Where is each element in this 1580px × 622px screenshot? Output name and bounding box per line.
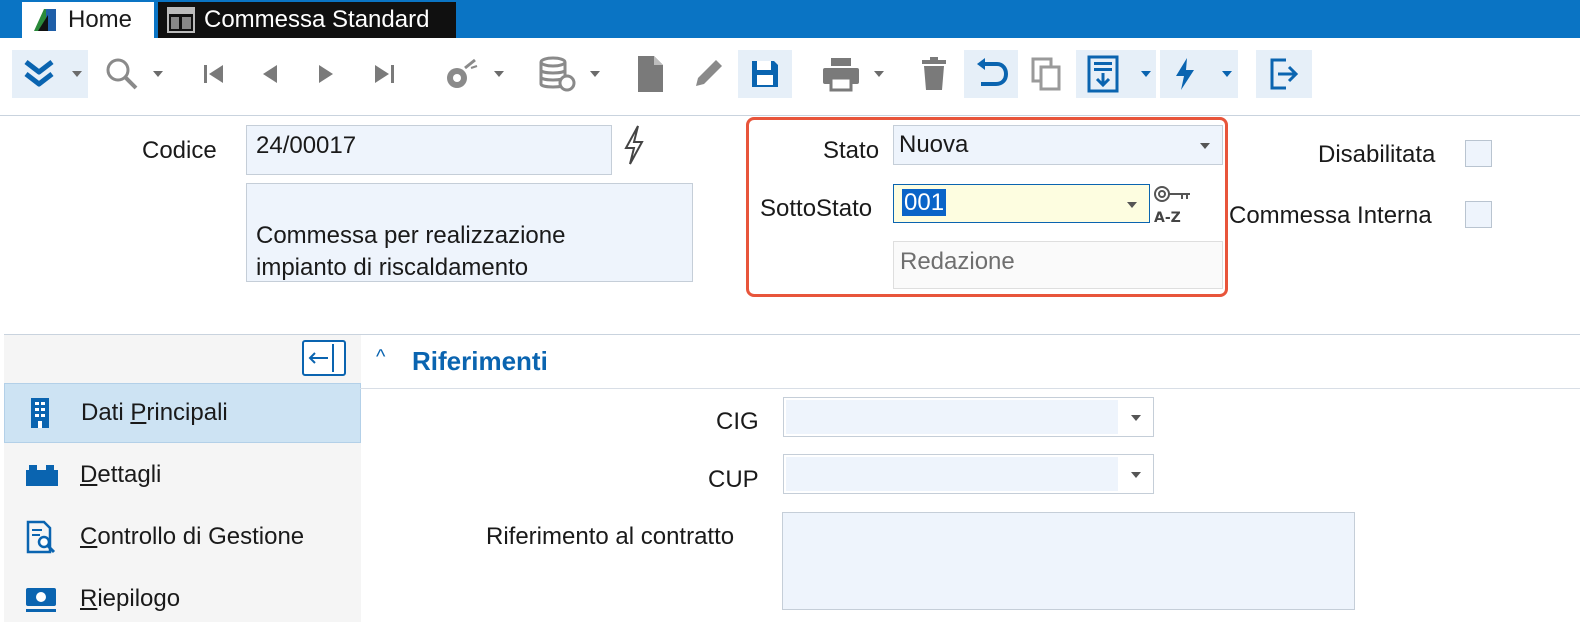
tab-home[interactable]: Home bbox=[22, 2, 154, 38]
sottostato-desc-value: Redazione bbox=[900, 248, 1015, 275]
next-record-icon bbox=[319, 65, 333, 83]
sidebar-item-label: Controllo di Gestione bbox=[80, 523, 305, 550]
new-document-button[interactable] bbox=[630, 50, 670, 98]
sidebar-item-label: Dati Principali bbox=[81, 399, 228, 426]
next-record-button[interactable] bbox=[308, 50, 344, 98]
sidebar: Dati Principali Dettagli Controllo di Ge… bbox=[4, 335, 361, 622]
contratto-field[interactable] bbox=[782, 512, 1355, 610]
section-divider bbox=[360, 388, 1580, 389]
blocks-icon bbox=[26, 465, 58, 486]
contratto-label: Riferimento al contratto bbox=[486, 523, 735, 550]
descrizione-field[interactable]: Commessa per realizzazione impianto di r… bbox=[246, 183, 693, 282]
undo-icon bbox=[977, 58, 1009, 86]
document-import-icon bbox=[1087, 55, 1119, 93]
sidebar-item-riepilogo[interactable]: Riepilogo bbox=[4, 569, 361, 622]
copy-button[interactable] bbox=[1026, 50, 1066, 98]
building-icon bbox=[31, 398, 49, 428]
new-document-icon bbox=[638, 56, 663, 92]
sidebar-item-dati-principali[interactable]: Dati Principali bbox=[4, 383, 361, 443]
sidebar-item-label: Riepilogo bbox=[80, 585, 181, 612]
expand-menu-icon bbox=[24, 60, 54, 87]
cup-select[interactable] bbox=[783, 454, 1154, 494]
sottostato-description: Redazione bbox=[893, 241, 1223, 289]
tab-home-label: Home bbox=[68, 6, 133, 33]
codice-value: 24/00017 bbox=[256, 132, 357, 159]
save-button[interactable] bbox=[738, 50, 792, 98]
tab-commessa-label: Commessa Standard bbox=[204, 6, 430, 33]
stato-select[interactable]: Nuova bbox=[893, 125, 1223, 165]
edit-icon bbox=[696, 60, 722, 86]
sottostato-value: 001 bbox=[902, 189, 947, 216]
lightning-icon[interactable] bbox=[622, 124, 646, 166]
cup-label: CUP bbox=[708, 466, 759, 493]
disabilitata-label: Disabilitata bbox=[1318, 141, 1436, 168]
chevron-down-icon[interactable] bbox=[1131, 472, 1141, 478]
document-import-caret[interactable] bbox=[1141, 71, 1151, 77]
search-button[interactable] bbox=[100, 50, 144, 98]
stato-value: Nuova bbox=[899, 131, 969, 158]
app-logo-icon bbox=[30, 5, 60, 35]
collapse-sidebar-button[interactable] bbox=[302, 340, 346, 376]
svg-text:A-Z: A-Z bbox=[1154, 210, 1181, 226]
codice-label: Codice bbox=[142, 137, 217, 164]
cig-value-box bbox=[786, 400, 1118, 434]
previous-record-button[interactable] bbox=[252, 50, 288, 98]
chevron-down-icon[interactable] bbox=[1200, 143, 1210, 149]
undo-button[interactable] bbox=[964, 50, 1018, 98]
commessa-interna-checkbox[interactable] bbox=[1465, 201, 1492, 228]
chevron-down-icon[interactable] bbox=[1131, 415, 1141, 421]
arrow-left-icon bbox=[308, 344, 334, 372]
sidebar-item-label: Dettagli bbox=[80, 461, 162, 488]
first-record-button[interactable] bbox=[196, 50, 232, 98]
search-caret[interactable] bbox=[153, 71, 163, 77]
cup-value-box bbox=[786, 457, 1118, 491]
save-icon bbox=[752, 61, 778, 87]
copy-icon bbox=[1031, 57, 1061, 91]
print-caret[interactable] bbox=[874, 71, 884, 77]
cig-label: CIG bbox=[716, 408, 759, 435]
chevron-up-icon[interactable]: ^ bbox=[376, 346, 385, 369]
sidebar-item-controllo-gestione[interactable]: Controllo di Gestione bbox=[4, 507, 361, 567]
wand-icon bbox=[447, 58, 478, 88]
delete-button[interactable] bbox=[914, 50, 954, 98]
section-title[interactable]: Riferimenti bbox=[412, 346, 548, 377]
cig-select[interactable] bbox=[783, 397, 1154, 437]
database-caret[interactable] bbox=[590, 71, 600, 77]
disabilitata-checkbox[interactable] bbox=[1465, 140, 1492, 167]
sottostato-select[interactable]: 001 bbox=[893, 184, 1150, 223]
previous-record-icon bbox=[263, 65, 277, 83]
key-az-lookup-icon[interactable]: A-Z bbox=[1152, 182, 1196, 226]
exit-icon bbox=[1270, 58, 1299, 90]
wand-button[interactable] bbox=[438, 50, 482, 98]
descrizione-value: Commessa per realizzazione impianto di r… bbox=[256, 222, 566, 281]
sidebar-item-dettagli[interactable]: Dettagli bbox=[4, 445, 361, 505]
commessa-interna-label: Commessa Interna bbox=[1229, 202, 1432, 229]
exit-button[interactable] bbox=[1256, 50, 1312, 98]
expand-menu-caret[interactable] bbox=[72, 71, 82, 77]
print-button[interactable] bbox=[818, 50, 864, 98]
toolbar bbox=[0, 38, 1580, 116]
wand-caret[interactable] bbox=[494, 71, 504, 77]
delete-icon bbox=[922, 57, 946, 90]
title-bar: Home Commessa Standard bbox=[0, 0, 1580, 38]
stato-label: Stato bbox=[823, 137, 880, 164]
tab-commessa-standard[interactable]: Commessa Standard bbox=[158, 2, 456, 38]
action-lightning-icon bbox=[1176, 58, 1194, 90]
last-record-button[interactable] bbox=[366, 50, 402, 98]
money-icon bbox=[26, 588, 56, 612]
document-search-icon bbox=[26, 520, 56, 554]
database-icon bbox=[539, 56, 576, 92]
database-button[interactable] bbox=[534, 50, 580, 98]
last-record-icon bbox=[375, 65, 394, 83]
edit-button[interactable] bbox=[686, 50, 730, 98]
codice-field[interactable]: 24/00017 bbox=[246, 125, 612, 175]
window-layout-icon bbox=[166, 5, 196, 35]
search-icon bbox=[106, 58, 138, 90]
sottostato-label: SottoStato bbox=[760, 195, 873, 222]
chevron-down-icon[interactable] bbox=[1127, 201, 1137, 208]
first-record-icon bbox=[204, 65, 223, 83]
print-icon bbox=[823, 58, 859, 92]
action-caret[interactable] bbox=[1222, 71, 1232, 77]
